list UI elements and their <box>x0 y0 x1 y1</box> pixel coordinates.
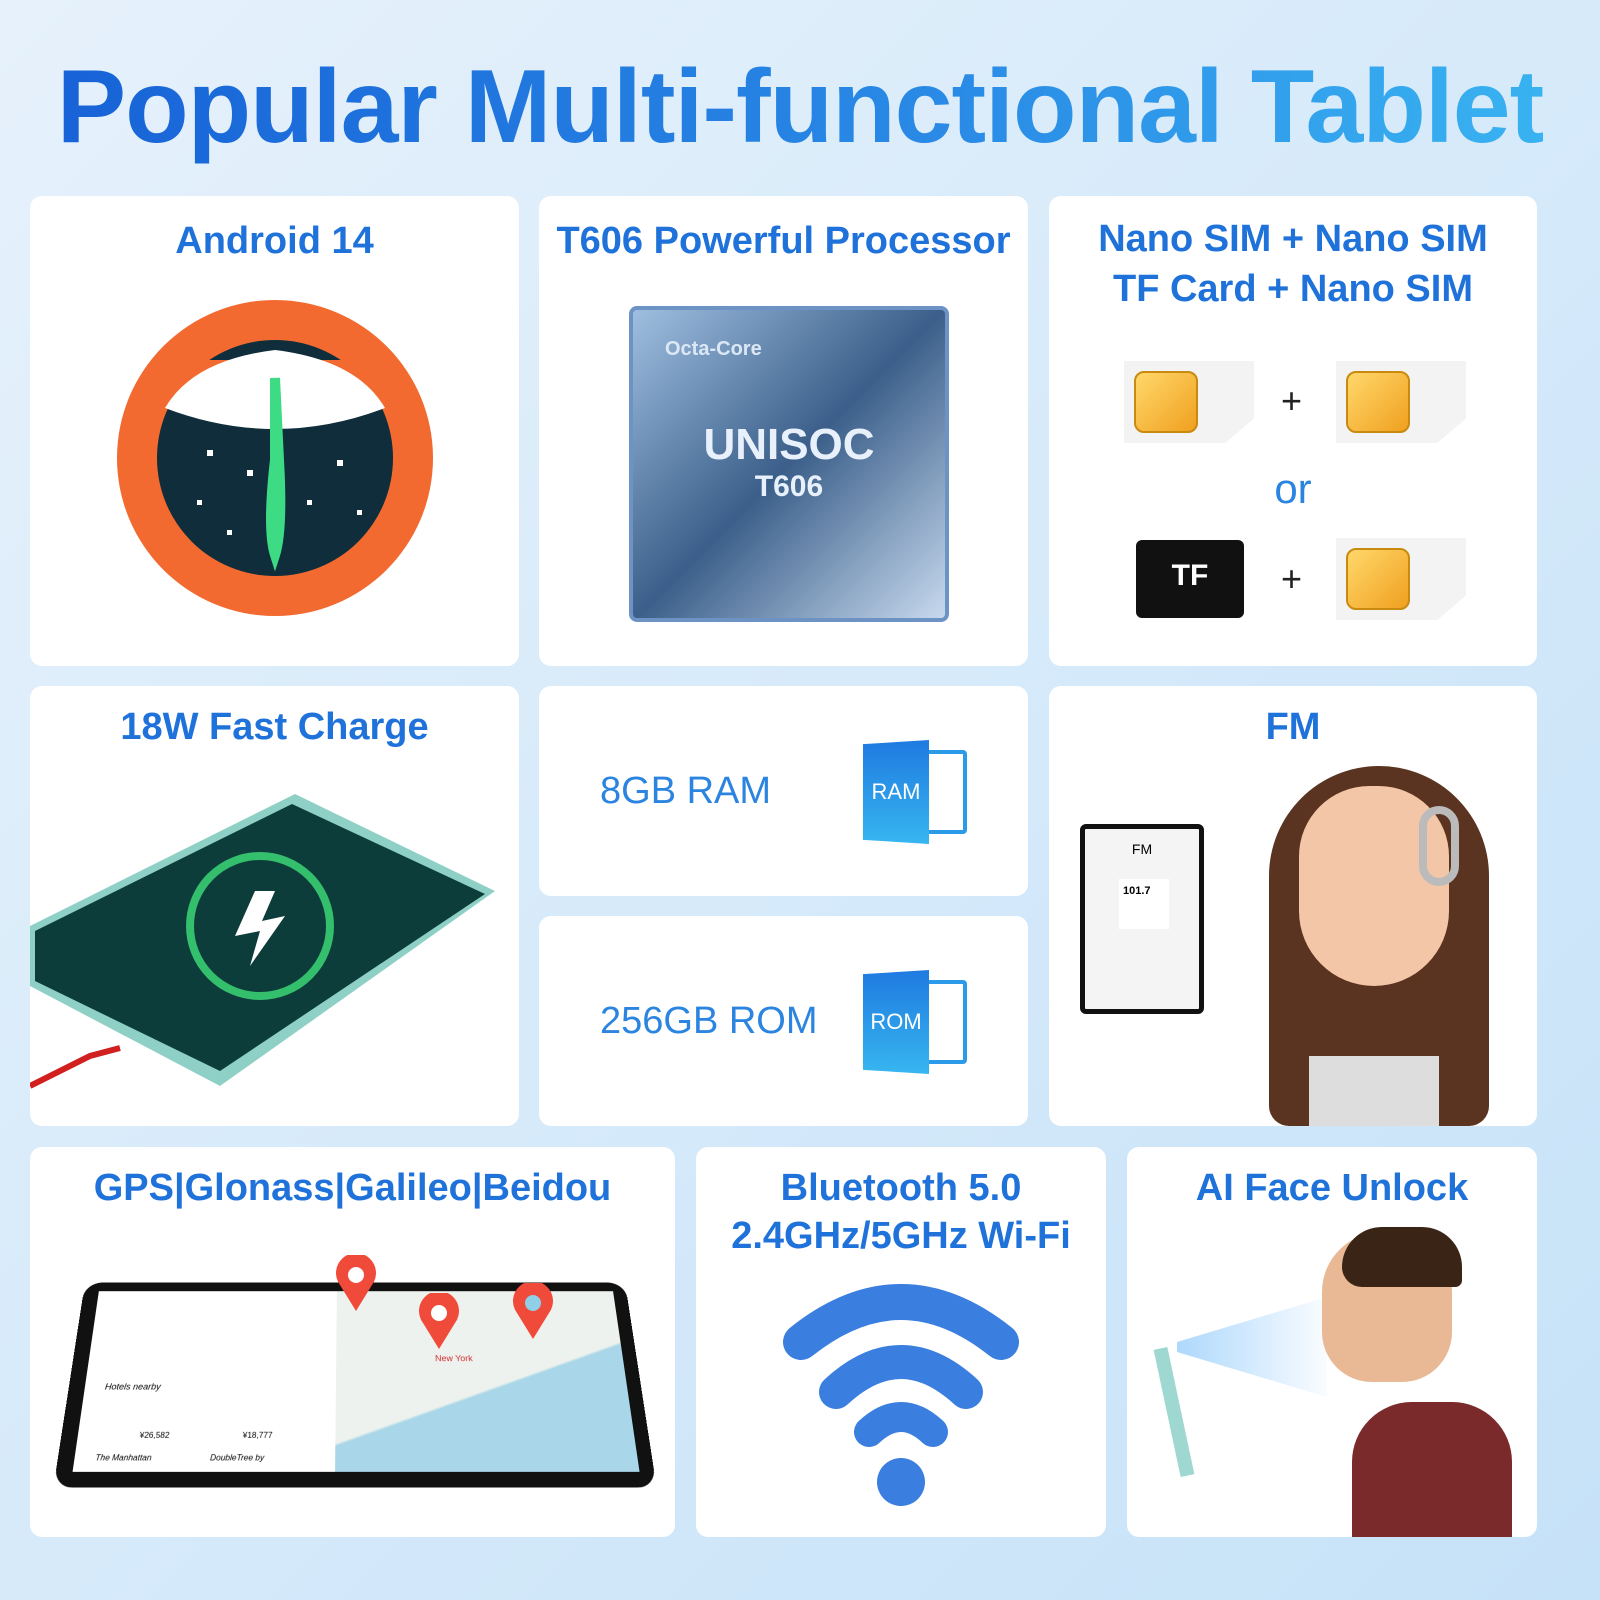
ram-icon: RAM <box>863 740 969 844</box>
page-title: Popular Multi-functional Tablet <box>0 48 1600 167</box>
map-tablet-image: Hotels nearby ¥26,582 The Manhattan ¥18,… <box>53 1282 657 1488</box>
tablet-in-hand-image <box>1153 1346 1195 1478</box>
sim-card-icon <box>1336 361 1466 443</box>
card-fm: FM FM 101.7 <box>1049 686 1537 1126</box>
hotel-name: The Manhattan <box>94 1453 153 1463</box>
card-sim: Nano SIM + Nano SIM TF Card + Nano SIM +… <box>1049 196 1537 666</box>
chip-brand-text: UNISOC <box>703 420 875 469</box>
card-android: Android 14 <box>30 196 519 666</box>
fm-heading: FM <box>1265 706 1321 748</box>
map-pin-icon <box>419 1293 459 1349</box>
tf-card-icon: TF <box>1136 540 1244 618</box>
face-scan-beam <box>1177 1297 1327 1397</box>
map-pin-icon <box>336 1255 376 1311</box>
charge-heading: 18W Fast Charge <box>120 706 429 748</box>
ram-label: 8GB RAM <box>600 770 772 812</box>
hotel-price: ¥18,777 <box>242 1430 273 1440</box>
rom-icon: ROM <box>863 970 969 1074</box>
android-heading: Android 14 <box>175 220 374 262</box>
hotel-name: DoubleTree by <box>209 1453 265 1463</box>
card-rom: 256GB ROM ROM <box>539 916 1028 1126</box>
charging-tablet-image <box>30 794 495 1089</box>
sim-card-icon <box>1124 361 1254 443</box>
woman-with-headphones-image <box>1249 756 1519 1126</box>
face-unlock-heading: AI Face Unlock <box>1195 1167 1469 1209</box>
card-fast-charge: 18W Fast Charge <box>30 686 519 1126</box>
card-gps: GPS|Glonass|Galileo|Beidou Hotels nearby… <box>30 1147 675 1537</box>
man-face-image <box>1312 1227 1512 1537</box>
processor-heading: T606 Powerful Processor <box>556 220 1011 262</box>
hotels-nearby-label: Hotels nearby <box>104 1381 162 1392</box>
sim-line2: TF Card + Nano SIM <box>1113 268 1473 310</box>
sim-line1: Nano SIM + Nano SIM <box>1098 218 1488 260</box>
android-14-logo-icon <box>117 300 433 616</box>
card-ram: 8GB RAM RAM <box>539 686 1028 896</box>
plus-sign: + <box>1281 558 1303 599</box>
card-processor: T606 Powerful Processor Octa-Core UNISOC… <box>539 196 1028 666</box>
chip-model-text: T606 <box>754 470 824 503</box>
gps-heading: GPS|Glonass|Galileo|Beidou <box>93 1167 612 1209</box>
map-pin-icon <box>513 1283 553 1339</box>
fm-frequency: 101.7 <box>1123 885 1151 897</box>
card-connectivity: Bluetooth 5.0 2.4GHz/5GHz Wi-Fi <box>696 1147 1106 1537</box>
wifi-icon <box>783 1284 1019 1506</box>
hotel-price: ¥26,582 <box>139 1430 170 1440</box>
sim-card-icon <box>1336 538 1466 620</box>
processor-chip-icon: Octa-Core UNISOC T606 <box>629 306 949 622</box>
rom-label: 256GB ROM <box>600 1000 818 1042</box>
map-view[interactable]: New York <box>335 1291 640 1472</box>
chip-octa-core-text: Octa-Core <box>665 338 762 360</box>
or-text: or <box>1274 465 1312 512</box>
card-face-unlock: AI Face Unlock <box>1127 1147 1537 1537</box>
fm-tablet-screen: FM 101.7 <box>1080 824 1204 1014</box>
bluetooth-heading: Bluetooth 5.0 <box>780 1167 1022 1209</box>
map-city-label: New York <box>434 1353 473 1364</box>
fm-screen-title: FM <box>1131 841 1153 857</box>
plus-sign: + <box>1281 380 1303 421</box>
wifi-heading: 2.4GHz/5GHz Wi-Fi <box>731 1215 1071 1257</box>
